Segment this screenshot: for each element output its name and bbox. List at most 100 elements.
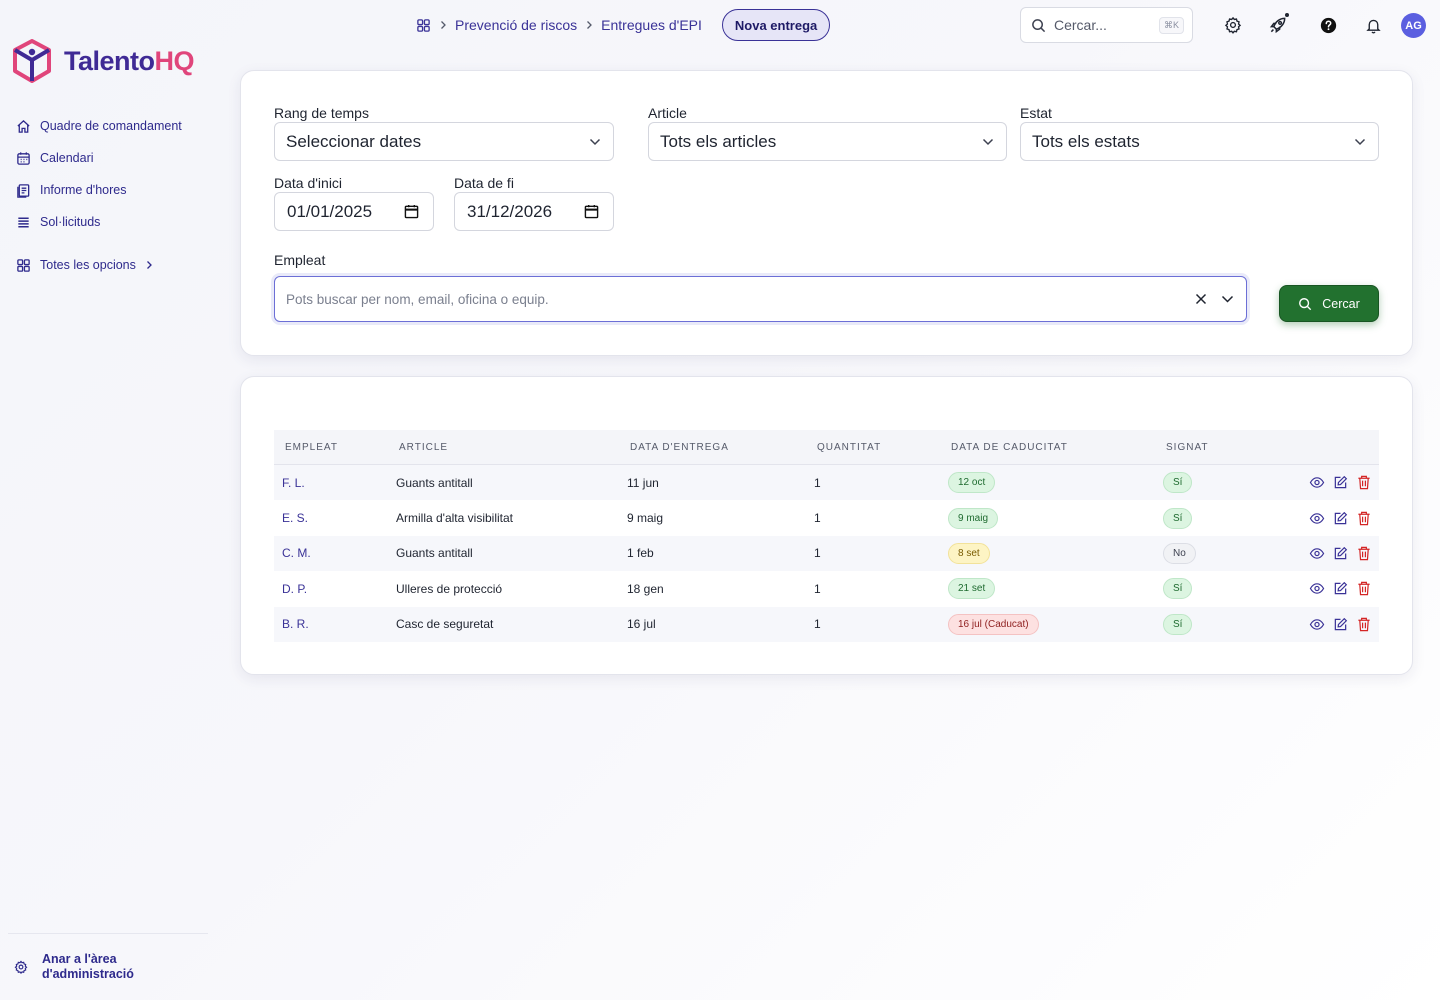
trash-icon[interactable]: [1357, 546, 1372, 561]
edit-icon[interactable]: [1333, 617, 1348, 632]
employee-link[interactable]: B. R.: [282, 617, 309, 631]
sidebar-nav: Quadre de comandament Calendari Informe …: [16, 110, 182, 281]
search-icon: [1298, 297, 1312, 311]
employee-link[interactable]: D. P.: [282, 582, 307, 596]
start-date-label: Data d'inici: [274, 175, 343, 191]
eye-icon[interactable]: [1309, 546, 1325, 561]
grid-icon: [16, 258, 31, 273]
employee-link[interactable]: F. L.: [282, 476, 305, 490]
table-row: F. L. Guants antitall 11 jun 1 12 oct Sí: [274, 465, 1379, 501]
status-select[interactable]: Tots els estats: [1020, 122, 1379, 161]
global-search-input[interactable]: [1054, 17, 1151, 33]
delivery-date-cell: 18 gen: [627, 581, 664, 596]
status-label: Estat: [1020, 105, 1052, 121]
search-icon: [1031, 18, 1046, 33]
help-icon[interactable]: [1316, 13, 1340, 37]
eye-icon[interactable]: [1309, 581, 1325, 596]
signed-badge: No: [1163, 542, 1196, 564]
chevron-right-icon: [145, 260, 153, 270]
chevron-down-icon: [982, 138, 994, 146]
expiry-badge: 9 maig: [948, 507, 999, 529]
column-header-expiry-date[interactable]: DATA DE CADUCITAT: [940, 442, 1155, 453]
edit-icon[interactable]: [1333, 511, 1348, 526]
sidebar-item-label: Quadre de comandament: [40, 119, 182, 133]
column-header-signed[interactable]: SIGNAT: [1155, 442, 1295, 453]
column-header-quantity[interactable]: QUANTITAT: [806, 442, 940, 453]
breadcrumb-epi-deliveries[interactable]: Entregues d'EPI: [601, 17, 702, 33]
calendar-icon[interactable]: [584, 204, 599, 219]
edit-icon[interactable]: [1333, 581, 1348, 596]
edit-icon[interactable]: [1333, 546, 1348, 561]
row-actions: [1295, 475, 1379, 490]
end-date-label: Data de fi: [454, 175, 514, 191]
bell-icon[interactable]: [1361, 13, 1385, 37]
table-row: D. P. Ulleres de protecció 18 gen 1 21 s…: [274, 571, 1379, 606]
table-header: EMPLEAT ARTICLE DATA D'ENTREGA QUANTITAT…: [274, 430, 1379, 465]
clear-icon[interactable]: [1195, 293, 1207, 305]
trash-icon[interactable]: [1357, 511, 1372, 526]
column-header-employee[interactable]: EMPLEAT: [274, 442, 388, 453]
article-label: Article: [648, 105, 687, 121]
user-avatar[interactable]: AG: [1401, 13, 1426, 38]
breadcrumb-risk-prevention[interactable]: Prevenció de riscos: [455, 17, 577, 33]
settings-gear-icon[interactable]: [1221, 13, 1245, 37]
sidebar-item-all-options[interactable]: Totes les opcions: [16, 249, 182, 281]
cube-logo-icon: [12, 39, 52, 83]
delivery-date-cell: 1 feb: [627, 546, 654, 561]
time-range-label: Rang de temps: [274, 105, 369, 121]
table-row: C. M. Guants antitall 1 feb 1 8 set No: [274, 535, 1379, 572]
row-actions: [1295, 546, 1379, 561]
chevron-down-icon: [589, 138, 601, 146]
start-date-input[interactable]: 01/01/2025: [274, 192, 434, 231]
delivery-date-cell: 11 jun: [627, 475, 659, 490]
brand-logo[interactable]: TalentoHQ: [12, 39, 194, 83]
brand-name-part1: Talento: [64, 45, 155, 76]
apps-grid-icon[interactable]: [416, 18, 431, 33]
trash-icon[interactable]: [1357, 475, 1372, 490]
eye-icon[interactable]: [1309, 475, 1325, 490]
breadcrumb: Prevenció de riscos Entregues d'EPI Nova…: [416, 9, 831, 41]
chevron-down-icon: [1354, 138, 1366, 146]
eye-icon[interactable]: [1309, 617, 1325, 632]
quantity-cell: 1: [814, 617, 821, 632]
gear-icon: [14, 960, 28, 974]
end-date-input[interactable]: 31/12/2026: [454, 192, 614, 231]
list-icon: [16, 215, 31, 230]
employee-link[interactable]: C. M.: [282, 546, 311, 560]
article-cell: Ulleres de protecció: [396, 581, 503, 596]
employee-combobox[interactable]: [274, 276, 1247, 322]
calendar-icon: [16, 151, 31, 166]
global-search[interactable]: ⌘K: [1020, 7, 1193, 43]
row-actions: [1295, 511, 1379, 526]
epi-deliveries-table: EMPLEAT ARTICLE DATA D'ENTREGA QUANTITAT…: [274, 430, 1379, 642]
trash-icon[interactable]: [1357, 581, 1372, 596]
sidebar-item-requests[interactable]: Sol·licituds: [16, 206, 182, 238]
edit-icon[interactable]: [1333, 475, 1348, 490]
quantity-cell: 1: [814, 581, 821, 596]
chevron-down-icon[interactable]: [1221, 295, 1234, 303]
delivery-date-cell: 9 maig: [627, 511, 664, 526]
new-delivery-button[interactable]: Nova entrega: [721, 9, 831, 41]
signed-badge: Sí: [1163, 578, 1193, 600]
search-button[interactable]: Cercar: [1279, 285, 1379, 322]
column-header-article[interactable]: ARTICLE: [388, 442, 619, 453]
expiry-badge: 8 set: [948, 542, 990, 564]
delivery-date-cell: 16 jul: [627, 617, 656, 632]
sidebar-item-label: Totes les opcions: [40, 258, 136, 272]
employee-link[interactable]: E. S.: [282, 511, 308, 525]
sidebar-item-hours-report[interactable]: Informe d'hores: [16, 174, 182, 206]
sidebar-item-dashboard[interactable]: Quadre de comandament: [16, 110, 182, 142]
column-header-delivery-date[interactable]: DATA D'ENTREGA: [619, 442, 806, 453]
trash-icon[interactable]: [1357, 617, 1372, 632]
admin-area-link[interactable]: Anar a l'àrea d'administració: [14, 952, 152, 982]
chevron-right-icon: [585, 20, 593, 30]
signed-badge: Sí: [1163, 613, 1193, 635]
employee-search-input[interactable]: [286, 291, 1195, 307]
calendar-icon[interactable]: [404, 204, 419, 219]
eye-icon[interactable]: [1309, 511, 1325, 526]
sidebar-item-calendar[interactable]: Calendari: [16, 142, 182, 174]
article-cell: Casc de seguretat: [396, 617, 494, 632]
rocket-icon[interactable]: [1266, 13, 1290, 37]
article-select[interactable]: Tots els articles: [648, 122, 1007, 161]
time-range-select[interactable]: Seleccionar dates: [274, 122, 614, 161]
